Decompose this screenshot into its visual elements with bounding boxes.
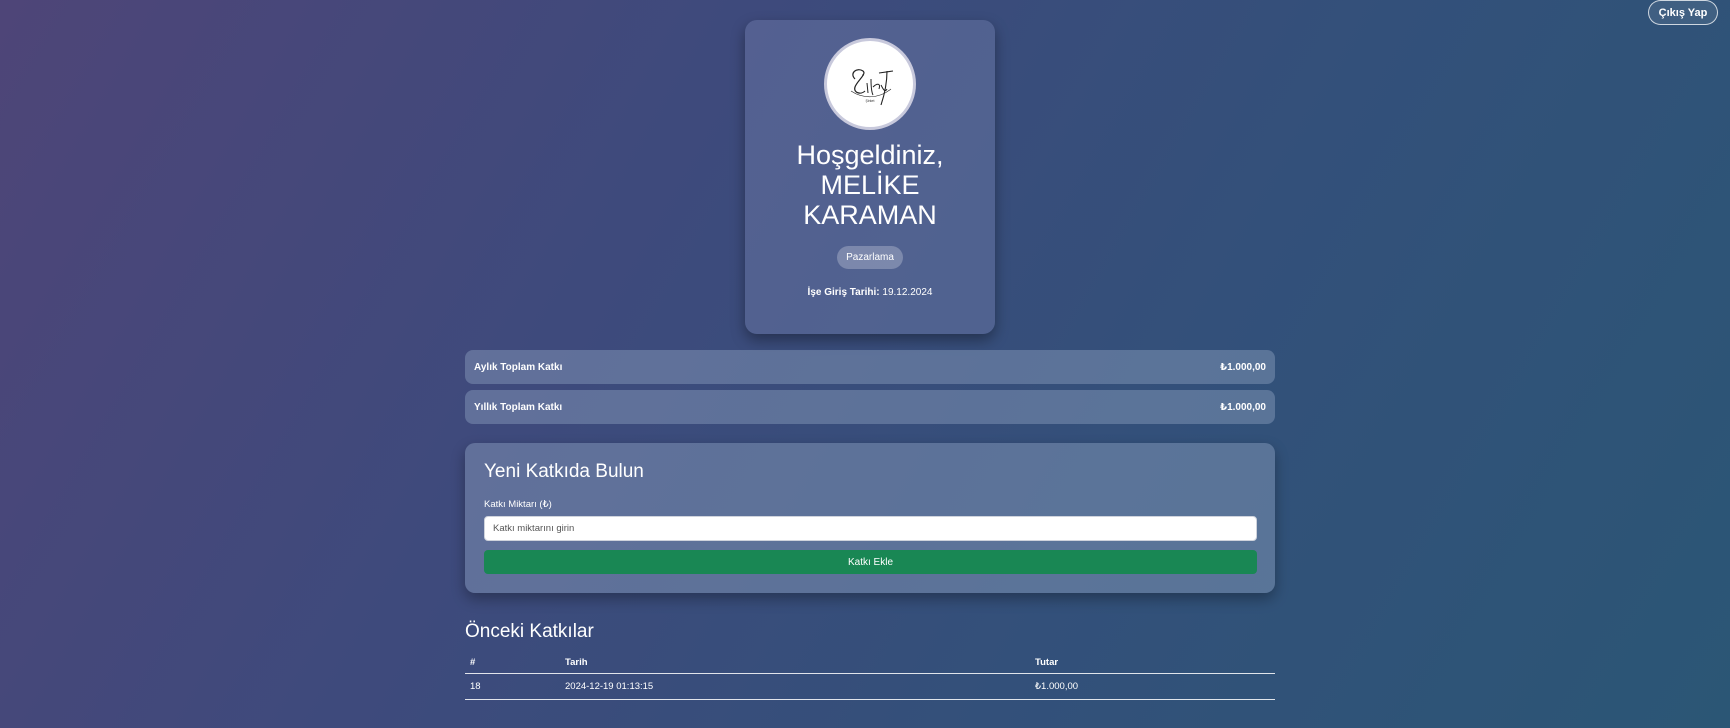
table-row: 18 2024-12-19 01:13:15 ₺1.000,00 [465, 673, 1275, 700]
yearly-total-row: Yıllık Toplam Katkı ₺1.000,00 [465, 390, 1275, 424]
profile-card: Şirket Hoşgeldiniz, MELİKE KARAMAN Pazar… [745, 20, 995, 334]
signature-logo-icon: Şirket [850, 69, 894, 106]
start-date-value: 19.12.2024 [882, 287, 933, 298]
monthly-total-row: Aylık Toplam Katkı ₺1.000,00 [465, 350, 1275, 384]
column-header-id: # [465, 651, 560, 674]
start-date: İşe Giriş Tarihi: 19.12.2024 [808, 287, 933, 298]
monthly-total-value: ₺1.000,00 [1220, 361, 1266, 373]
employee-first-name: MELİKE [820, 170, 920, 200]
history-table: # Tarih Tutar 18 2024-12-19 01:13:15 ₺1.… [465, 651, 1275, 700]
history-header-row: # Tarih Tutar [465, 651, 1275, 674]
amount-label: Katkı Miktarı (₺) [484, 499, 552, 510]
logout-button[interactable]: Çıkış Yap [1648, 0, 1718, 25]
row-amount: ₺1.000,00 [1030, 673, 1275, 700]
yearly-total-label: Yıllık Toplam Katkı [474, 401, 563, 413]
employee-last-name: KARAMAN [803, 200, 937, 230]
add-contribution-button[interactable]: Katkı Ekle [484, 550, 1257, 574]
company-logo-avatar: Şirket [824, 38, 916, 130]
column-header-amount: Tutar [1030, 651, 1275, 674]
department-badge: Pazarlama [837, 246, 903, 269]
monthly-total-label: Aylık Toplam Katkı [474, 361, 563, 373]
start-date-label: İşe Giriş Tarihi: [807, 287, 880, 298]
new-contribution-form: Yeni Katkıda Bulun Katkı Miktarı (₺) Kat… [465, 443, 1275, 593]
row-date: 2024-12-19 01:13:15 [560, 673, 1030, 700]
logo-caption: Şirket [866, 99, 875, 103]
welcome-heading: Hoşgeldiniz, MELİKE KARAMAN [760, 140, 980, 230]
welcome-greeting: Hoşgeldiniz, [796, 140, 944, 170]
yearly-total-value: ₺1.000,00 [1220, 401, 1266, 413]
form-title: Yeni Katkıda Bulun [484, 461, 644, 482]
row-id: 18 [465, 673, 560, 700]
column-header-date: Tarih [560, 651, 1030, 674]
amount-input[interactable] [484, 516, 1257, 541]
history-title: Önceki Katkılar [465, 621, 594, 642]
